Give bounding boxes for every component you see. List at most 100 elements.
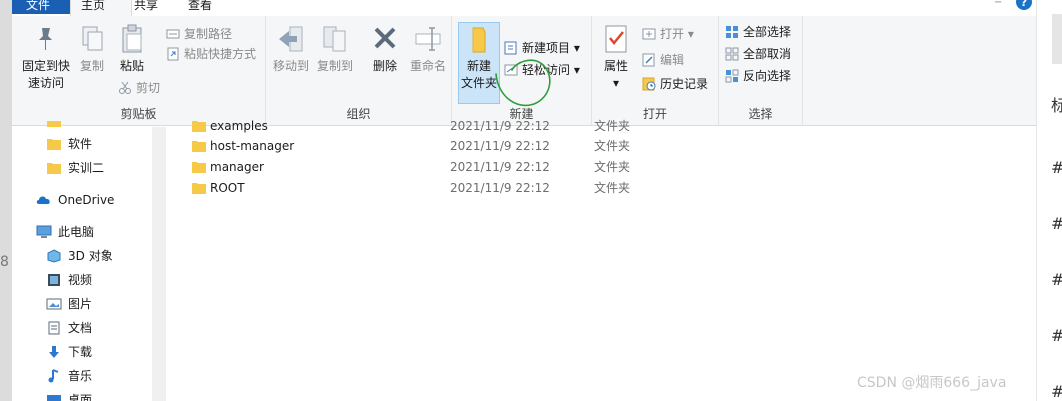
nav-item-downloads[interactable]: 下载 xyxy=(46,341,92,363)
nav-item-3d-objects[interactable]: 3D 对象 xyxy=(46,245,113,267)
nav-item-label: 实训二 xyxy=(68,161,105,175)
file-list: examples 2021/11/9 22:12 文件夹 host-manage… xyxy=(166,119,1036,401)
history-button[interactable]: 历史记录 xyxy=(642,74,708,94)
chevron-down-icon: ▾ xyxy=(573,41,580,55)
delete-button[interactable]: 删除 xyxy=(364,20,406,100)
file-date: 2021/11/9 22:12 xyxy=(450,139,550,153)
move-to-icon xyxy=(279,26,303,52)
nav-item-partial[interactable] xyxy=(46,115,68,127)
tab-home[interactable]: 主页 xyxy=(70,0,132,16)
chevron-down-icon: ▾ xyxy=(612,76,620,90)
video-icon xyxy=(48,274,60,286)
paste-shortcut-button[interactable]: 粘贴快捷方式 xyxy=(166,44,256,64)
documents-icon xyxy=(48,321,60,335)
pin-label-2: 速访问 xyxy=(27,76,64,90)
group-select: 全部选择 全部取消 反向选择 选择 xyxy=(719,16,803,126)
delete-label: 删除 xyxy=(372,59,397,73)
copy-to-icon xyxy=(323,26,346,52)
computer-icon xyxy=(36,225,52,238)
file-date: 2021/11/9 22:12 xyxy=(450,119,550,133)
background-glyph: # xyxy=(1051,270,1062,289)
cut-button[interactable]: 剪切 xyxy=(118,78,160,98)
3d-objects-icon xyxy=(47,249,61,263)
background-glyph: # xyxy=(1051,214,1062,233)
nav-item-pictures[interactable]: 图片 xyxy=(46,293,92,315)
nav-item-documents[interactable]: 文档 xyxy=(46,317,92,339)
nav-item-onedrive[interactable]: OneDrive xyxy=(36,189,114,211)
scissors-icon xyxy=(119,81,131,94)
invert-selection-button[interactable]: 反向选择 xyxy=(725,66,791,86)
copy-path-icon xyxy=(166,29,180,39)
nav-item-training-2[interactable]: 实训二 xyxy=(46,157,104,179)
background-window-left: 8 xyxy=(0,0,12,401)
properties-button[interactable]: 属性 ▾ xyxy=(596,20,636,100)
select-all-icon xyxy=(726,26,738,38)
rename-button[interactable]: 重命名 xyxy=(406,20,450,100)
navigation-pane: 软件 实训二 OneDrive 此电脑 3D 对象 视频 图片 文档 下载 音乐… xyxy=(12,121,152,401)
copy-to-label: 复制到 xyxy=(316,59,353,73)
select-all-button[interactable]: 全部选择 xyxy=(725,22,791,42)
pin-ribbon-icon[interactable]: − xyxy=(994,0,1006,8)
file-type: 文件夹 xyxy=(594,160,631,174)
file-date: 2021/11/9 22:12 xyxy=(450,160,550,174)
nav-item-label: 图片 xyxy=(68,297,93,311)
pin-quick-access-button[interactable]: 固定到快 速访问 xyxy=(16,20,76,100)
select-none-icon xyxy=(725,47,739,61)
move-to-button[interactable]: 移动到 xyxy=(270,20,312,100)
nav-item-label: 桌面 xyxy=(68,393,93,401)
desktop-icon xyxy=(47,395,61,401)
table-row[interactable]: examples 2021/11/9 22:12 文件夹 xyxy=(166,116,766,137)
nav-item-label: 3D 对象 xyxy=(68,249,113,263)
copy-label: 复制 xyxy=(79,59,104,73)
history-icon xyxy=(642,77,656,91)
invert-selection-label: 反向选择 xyxy=(743,69,792,83)
new-folder-icon xyxy=(472,27,486,53)
help-icon[interactable]: ? xyxy=(1016,0,1032,10)
nav-item-music[interactable]: 音乐 xyxy=(46,365,92,387)
paste-icon xyxy=(122,24,142,53)
group-clipboard: 固定到快 速访问 复制 粘贴 复制路径 粘贴快捷方式 剪切 剪贴板 xyxy=(12,16,266,126)
nav-item-videos[interactable]: 视频 xyxy=(46,269,92,291)
folder-icon xyxy=(192,183,206,194)
folder-icon xyxy=(47,139,61,150)
nav-item-software[interactable]: 软件 xyxy=(46,133,92,155)
open-button[interactable]: 打开 ▾ xyxy=(642,24,694,44)
background-glyph: # xyxy=(1051,382,1062,401)
watermark: CSDN @烟雨666_java xyxy=(857,375,1007,391)
screen: 8 标 # # # # # 文件 主页 共享 查看 − ? xyxy=(0,0,1062,401)
edit-icon xyxy=(642,53,655,67)
move-to-label: 移动到 xyxy=(272,59,309,73)
cut-label: 剪切 xyxy=(136,81,161,95)
rename-icon xyxy=(415,27,441,51)
table-row[interactable]: host-manager 2021/11/9 22:12 文件夹 xyxy=(166,136,766,157)
copy-path-button[interactable]: 复制路径 xyxy=(166,24,232,44)
select-none-button[interactable]: 全部取消 xyxy=(725,44,791,64)
nav-item-desktop[interactable]: 桌面 xyxy=(46,389,92,401)
pin-icon xyxy=(39,28,52,50)
invert-selection-icon xyxy=(725,69,739,83)
select-all-label: 全部选择 xyxy=(743,25,792,39)
edit-button[interactable]: 编辑 xyxy=(642,50,684,70)
cloud-icon xyxy=(36,196,50,204)
folder-icon xyxy=(192,162,206,173)
nav-item-label: 下载 xyxy=(68,345,93,359)
paste-label: 粘贴 xyxy=(119,59,144,73)
tab-share[interactable]: 共享 xyxy=(134,0,158,16)
file-name: examples xyxy=(210,119,268,133)
tab-file[interactable]: 文件 xyxy=(12,0,70,14)
table-row[interactable]: ROOT 2021/11/9 22:12 文件夹 xyxy=(166,178,766,199)
ribbon-tabs: 文件 主页 共享 查看 − ? xyxy=(12,0,1036,16)
nav-item-label: OneDrive xyxy=(58,193,115,207)
file-name: manager xyxy=(210,160,264,174)
copy-button[interactable]: 复制 xyxy=(74,20,110,100)
folder-icon xyxy=(192,121,206,132)
open-label: 打开 xyxy=(660,27,685,41)
navigation-scrollbar[interactable] xyxy=(152,127,166,401)
nav-item-this-pc[interactable]: 此电脑 xyxy=(36,221,94,243)
copy-to-button[interactable]: 复制到 xyxy=(314,20,356,100)
table-row[interactable]: manager 2021/11/9 22:12 文件夹 xyxy=(166,157,766,178)
edit-label: 编辑 xyxy=(660,53,685,67)
download-icon xyxy=(49,346,59,358)
tab-view[interactable]: 查看 xyxy=(188,0,212,16)
chevron-down-icon: ▾ xyxy=(687,27,694,41)
